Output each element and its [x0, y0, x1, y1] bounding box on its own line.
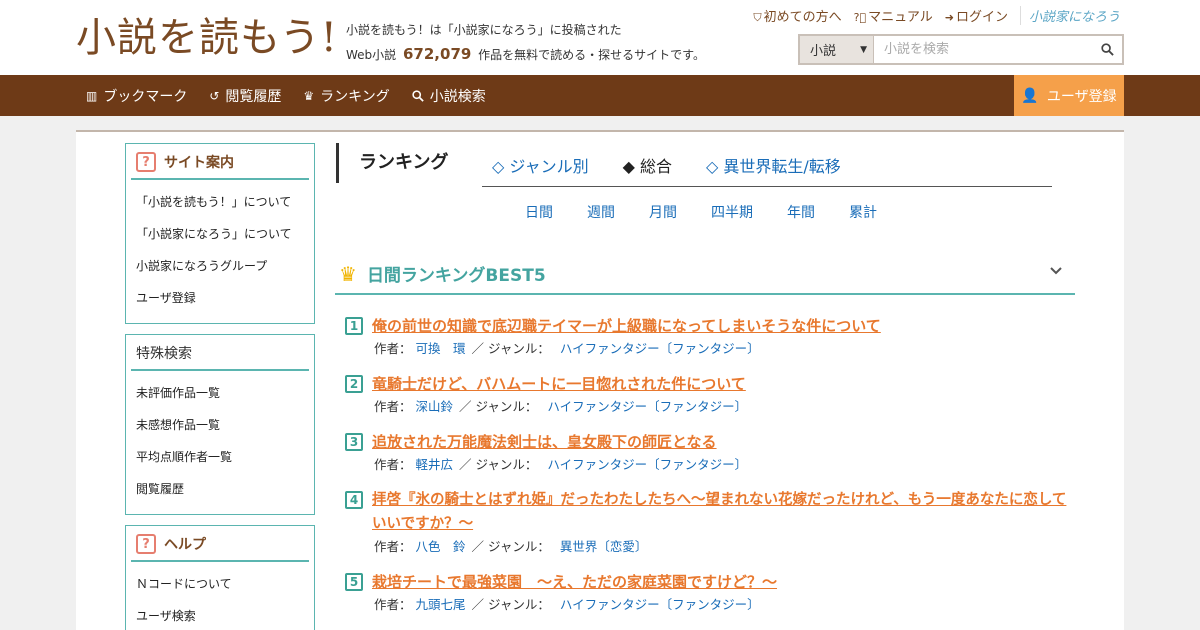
history-icon: ↺	[209, 88, 220, 103]
chevron-down-icon[interactable]	[1049, 264, 1063, 280]
sidebar-site-guide: ? サイト案内 「小説を読もう！」について 「小説家になろう」について 小説家に…	[125, 143, 315, 324]
tab-overall[interactable]: ◆ 総合	[623, 153, 672, 177]
search-button[interactable]	[1092, 36, 1122, 63]
novel-title-link[interactable]: 追放された万能魔法剣士は、皇女殿下の師匠となる	[372, 430, 717, 454]
crown-icon: ♛	[339, 261, 357, 286]
nav-novel-search[interactable]: 小説検索	[412, 86, 486, 106]
author-link[interactable]: 可換 環	[416, 341, 466, 356]
login-icon: ➜	[944, 11, 954, 24]
search-bar: 小説 ▼	[798, 34, 1124, 65]
search-category-select[interactable]: 小説 ▼	[800, 36, 874, 63]
novel-title-link[interactable]: 俺の前世の知識で底辺職テイマーが上級職になってしまいそうな件について	[372, 314, 881, 338]
novel-title-link[interactable]: 竜騎士だけど、バハムートに一目惚れされた件について	[372, 372, 746, 396]
user-icon: 👤	[1021, 87, 1039, 104]
sidebar-item-user-search[interactable]: ユーザ検索	[136, 600, 304, 630]
genre-link[interactable]: ハイファンタジー〔ファンタジー〕	[560, 341, 760, 356]
nav-ranking[interactable]: ♛ ランキング	[303, 86, 389, 106]
list-item: 3 追放された万能魔法剣士は、皇女殿下の師匠となる 作者： 軽井広／ ジャンル： …	[345, 430, 1075, 476]
user-register-button[interactable]: 👤 ユーザ登録	[1014, 75, 1124, 116]
sidebar-help: ? ヘルプ Ｎコードについて ユーザ検索	[125, 525, 315, 630]
novel-title-link[interactable]: 拝啓『氷の騎士とはずれ姫』だったわたしたちへ～望まれない花嫁だったけれど、もう一…	[372, 488, 1075, 536]
author-link[interactable]: 深山鈴	[416, 399, 454, 414]
list-item: 2 竜騎士だけど、バハムートに一目惚れされた件について 作者： 深山鈴／ ジャンル…	[345, 372, 1075, 418]
period-monthly[interactable]: 月間	[649, 202, 677, 222]
ranking-title: ランキング	[336, 143, 448, 183]
sidebar-item-unrated[interactable]: 未評価作品一覧	[136, 377, 304, 409]
bookmark-icon: ▥	[86, 88, 98, 103]
tab-genre[interactable]: ◇ ジャンル別	[492, 153, 589, 177]
period-tabs: 日間 週間 月間 四半期 年間 累計	[525, 202, 877, 222]
search-icon	[412, 89, 424, 102]
question-icon: ?	[136, 534, 156, 554]
help-title: ヘルプ	[164, 537, 206, 553]
daily-ranking-header[interactable]: ♛ 日間ランキングBEST5	[335, 254, 1075, 295]
tagline-line1: 小説を読もう！は「小説家になろう」に投稿された	[346, 23, 622, 37]
genre-link[interactable]: ハイファンタジー〔ファンタジー〕	[560, 597, 760, 612]
nav-bookmark[interactable]: ▥ ブックマーク	[86, 86, 187, 106]
tab-isekai[interactable]: ◇ 異世界転生/転移	[706, 153, 841, 177]
sidebar-item-avg-authors[interactable]: 平均点順作者一覧	[136, 441, 304, 473]
author-link[interactable]: 九頭七尾	[416, 597, 466, 612]
period-weekly[interactable]: 週間	[587, 202, 615, 222]
top-links: ⛉ 初めての方へ ?⃝ マニュアル ➜ ログイン 小説家になろう	[753, 6, 1120, 25]
sidebar-item-register[interactable]: ユーザ登録	[136, 282, 304, 314]
genre-link[interactable]: ハイファンタジー〔ファンタジー〕	[547, 457, 747, 472]
period-quarterly[interactable]: 四半期	[711, 202, 753, 222]
site-guide-title: サイト案内	[164, 155, 234, 171]
ranking-list: 1 俺の前世の知識で底辺職テイマーが上級職になってしまいそうな件について 作者： …	[345, 314, 1075, 628]
rank-number-icon: 3	[345, 433, 363, 451]
author-link[interactable]: 八色 鈴	[416, 539, 466, 554]
site-tagline: 小説を読もう！は「小説家になろう」に投稿された Web小説 672,079 作品…	[346, 18, 705, 67]
ranking-tabs: ランキング ◇ ジャンル別 ◆ 総合 ◇ 異世界転生/転移	[336, 143, 1052, 187]
main-nav: ▥ ブックマーク ↺ 閲覧履歴 ♛ ランキング 小説検索 👤 ユーザ登録	[0, 75, 1200, 116]
beginner-link[interactable]: ⛉ 初めての方へ	[753, 6, 841, 25]
genre-link[interactable]: ハイファンタジー〔ファンタジー〕	[547, 399, 747, 414]
list-item: 5 栽培チートで最強菜園 ～え、ただの家庭菜園ですけど？～ 作者： 九頭七尾／ ジ…	[345, 570, 1075, 616]
crown-icon: ♛	[303, 88, 315, 103]
sidebar-item-about-yomou[interactable]: 「小説を読もう！」について	[136, 186, 304, 218]
login-link[interactable]: ➜ ログイン	[945, 6, 1008, 25]
sidebar-item-narou-group[interactable]: 小説家になろうグループ	[136, 250, 304, 282]
rank-number-icon: 2	[345, 375, 363, 393]
search-input[interactable]	[874, 36, 1092, 63]
section-title: 日間ランキングBEST5	[366, 266, 546, 286]
nav-history[interactable]: ↺ 閲覧履歴	[209, 86, 281, 106]
sidebar-item-ncode[interactable]: Ｎコードについて	[136, 568, 304, 600]
tagline-suffix: 作品を無料で読める・探せるサイトです。	[478, 48, 705, 62]
period-total[interactable]: 累計	[849, 202, 877, 222]
rank-number-icon: 4	[345, 491, 363, 509]
manual-link[interactable]: ?⃝ マニュアル	[854, 6, 933, 25]
rank-number-icon: 5	[345, 573, 363, 591]
work-count: 672,079	[403, 45, 472, 63]
sidebar-item-about-narou[interactable]: 「小説家になろう」について	[136, 218, 304, 250]
period-yearly[interactable]: 年間	[787, 202, 815, 222]
special-search-title: 特殊検索	[136, 346, 192, 362]
sidebar-item-history[interactable]: 閲覧履歴	[136, 473, 304, 505]
genre-link[interactable]: 異世界〔恋愛〕	[560, 539, 648, 554]
beginner-icon: ⛉	[753, 11, 762, 24]
list-item: 1 俺の前世の知識で底辺職テイマーが上級職になってしまいそうな件について 作者： …	[345, 314, 1075, 360]
narou-partner-logo[interactable]: 小説家になろう	[1019, 6, 1120, 25]
author-link[interactable]: 軽井広	[416, 457, 454, 472]
site-header: 小説を読もう! 小説を読もう！は「小説家になろう」に投稿された Web小説 67…	[0, 0, 1200, 75]
help-icon: ?⃝	[853, 11, 867, 24]
sidebar-item-no-review[interactable]: 未感想作品一覧	[136, 409, 304, 441]
period-daily[interactable]: 日間	[525, 202, 553, 222]
site-logo[interactable]: 小説を読もう!	[76, 14, 338, 62]
rank-number-icon: 1	[345, 317, 363, 335]
chevron-down-icon: ▼	[860, 44, 867, 55]
sidebar-special-search: 特殊検索 未評価作品一覧 未感想作品一覧 平均点順作者一覧 閲覧履歴	[125, 334, 315, 515]
question-icon: ?	[136, 152, 156, 172]
tagline-prefix: Web小説	[346, 48, 397, 62]
list-item: 4 拝啓『氷の騎士とはずれ姫』だったわたしたちへ～望まれない花嫁だったけれど、もう…	[345, 488, 1075, 558]
novel-title-link[interactable]: 栽培チートで最強菜園 ～え、ただの家庭菜園ですけど？～	[372, 570, 777, 594]
search-icon	[1100, 43, 1114, 56]
